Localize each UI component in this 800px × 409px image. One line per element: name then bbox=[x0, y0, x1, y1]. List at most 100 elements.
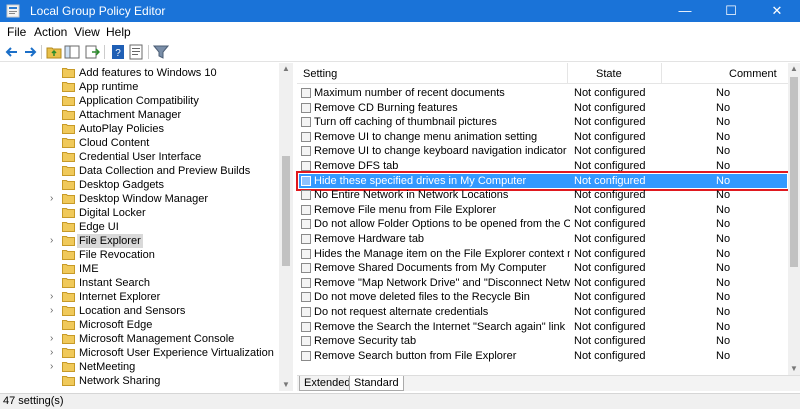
table-row[interactable]: Remove UI to change keyboard navigation … bbox=[299, 144, 787, 158]
expand-chevron-icon[interactable]: › bbox=[50, 304, 53, 318]
state-cell: Not configured bbox=[574, 203, 646, 216]
menu-view[interactable]: View bbox=[74, 25, 100, 39]
column-header-comment[interactable]: Comment bbox=[729, 68, 777, 80]
folder-icon bbox=[62, 292, 75, 302]
table-row[interactable]: Remove DFS tab Not configured No bbox=[299, 159, 787, 173]
expand-chevron-icon[interactable]: › bbox=[50, 192, 53, 206]
comment-cell: No bbox=[716, 306, 731, 318]
table-row[interactable]: Remove Search button from File Explorer N… bbox=[299, 349, 787, 363]
folder-icon bbox=[62, 236, 75, 246]
properties-icon[interactable] bbox=[128, 44, 144, 60]
back-arrow-icon[interactable] bbox=[4, 44, 20, 60]
expand-chevron-icon[interactable]: › bbox=[50, 360, 53, 374]
column-divider[interactable] bbox=[661, 63, 662, 84]
tree-pane[interactable]: Add features to Windows 10 App runtime App… bbox=[0, 63, 293, 391]
tree-item[interactable]: Cloud Content bbox=[0, 136, 278, 150]
minimize-button[interactable]: — bbox=[662, 0, 708, 22]
scroll-up-icon[interactable]: ▲ bbox=[788, 63, 800, 75]
tree-item[interactable]: › Desktop Window Manager bbox=[0, 192, 278, 206]
tree-item[interactable]: File Revocation bbox=[0, 248, 278, 262]
table-row[interactable]: Remove "Map Network Drive" and "Disconne… bbox=[299, 276, 787, 290]
table-row[interactable]: Do not move deleted files to the Recycle… bbox=[299, 290, 787, 304]
folder-icon bbox=[62, 68, 75, 78]
column-divider[interactable] bbox=[567, 63, 568, 84]
tree-item[interactable]: › Microsoft Management Console bbox=[0, 332, 278, 346]
table-row[interactable]: Turn off caching of thumbnail pictures No… bbox=[299, 115, 787, 129]
tree-item[interactable]: App runtime bbox=[0, 80, 278, 94]
tree-item[interactable]: Data Collection and Preview Builds bbox=[0, 164, 278, 178]
settings-list[interactable]: Setting State Comment Maximum number of … bbox=[296, 63, 800, 375]
comment-cell: No bbox=[716, 349, 731, 362]
comment-cell: No bbox=[716, 291, 731, 304]
table-row[interactable]: No Entire Network in Network Locations No… bbox=[299, 188, 787, 202]
close-button[interactable]: ✕ bbox=[754, 0, 800, 22]
menu-action[interactable]: Action bbox=[34, 25, 67, 39]
export-list-icon[interactable] bbox=[84, 44, 100, 60]
expand-chevron-icon[interactable]: › bbox=[50, 290, 53, 304]
tree-item[interactable]: Microsoft Edge bbox=[0, 318, 278, 332]
expand-chevron-icon[interactable]: › bbox=[50, 234, 53, 248]
tree-item[interactable]: Digital Locker bbox=[0, 206, 278, 220]
table-row[interactable]: Remove UI to change menu animation setti… bbox=[299, 130, 787, 144]
table-row[interactable]: Do not request alternate credentials Not … bbox=[299, 305, 787, 319]
tab-extended[interactable]: Extended bbox=[299, 376, 356, 391]
tree-item[interactable]: Network Sharing bbox=[0, 374, 278, 388]
table-row[interactable]: Remove CD Burning features Not configured… bbox=[299, 101, 787, 115]
table-row[interactable]: Remove File menu from File Explorer Not c… bbox=[299, 203, 787, 217]
expand-chevron-icon[interactable]: › bbox=[50, 346, 53, 360]
setting-cell: Hide these specified drives in My Comput… bbox=[314, 174, 527, 187]
tree-item[interactable]: › File Explorer bbox=[0, 234, 278, 248]
state-cell: Not configured bbox=[574, 276, 646, 289]
table-row[interactable]: Do not allow Folder Options to be opened… bbox=[299, 217, 787, 231]
menu-help[interactable]: Help bbox=[106, 25, 131, 39]
column-header-setting[interactable]: Setting bbox=[303, 68, 337, 80]
table-row[interactable]: Remove Security tab Not configured No bbox=[299, 334, 787, 348]
filter-icon[interactable] bbox=[153, 44, 169, 60]
tree-item[interactable]: Edge UI bbox=[0, 220, 278, 234]
folder-icon bbox=[62, 180, 75, 190]
tree-item-label: Internet Explorer bbox=[79, 291, 161, 303]
tree-scrollbar[interactable]: ▲ ▼ bbox=[279, 63, 293, 391]
tree-item[interactable]: Desktop Gadgets bbox=[0, 178, 278, 192]
comment-cell: No bbox=[716, 101, 731, 114]
list-scrollbar[interactable]: ▲ ▼ bbox=[788, 63, 800, 375]
table-row[interactable]: Maximum number of recent documents Not co… bbox=[299, 86, 787, 100]
column-header-state[interactable]: State bbox=[596, 68, 622, 80]
tree-item[interactable]: AutoPlay Policies bbox=[0, 122, 278, 136]
tree-item[interactable]: Instant Search bbox=[0, 276, 278, 290]
scroll-down-icon[interactable]: ▼ bbox=[279, 379, 293, 391]
forward-arrow-icon[interactable] bbox=[22, 44, 38, 60]
folder-icon bbox=[62, 278, 75, 288]
scroll-up-icon[interactable]: ▲ bbox=[279, 63, 293, 75]
folder-icon bbox=[62, 138, 75, 148]
tree-scrollbar-thumb[interactable] bbox=[282, 156, 290, 266]
table-row[interactable]: Remove Shared Documents from My Computer… bbox=[299, 261, 787, 275]
folder-up-icon[interactable] bbox=[46, 44, 62, 60]
tree-item[interactable]: Add features to Windows 10 bbox=[0, 66, 278, 80]
scroll-down-icon[interactable]: ▼ bbox=[788, 363, 800, 375]
table-row[interactable]: Hides the Manage item on the File Explor… bbox=[299, 247, 787, 261]
tree-item[interactable]: › NetMeeting bbox=[0, 360, 278, 374]
tree-item[interactable]: › Internet Explorer bbox=[0, 290, 278, 304]
tree-item[interactable]: › Location and Sensors bbox=[0, 304, 278, 318]
menu-file[interactable]: File bbox=[7, 25, 26, 39]
tree-item[interactable]: Attachment Manager bbox=[0, 108, 278, 122]
title-bar: Local Group Policy Editor — ☐ ✕ bbox=[0, 0, 800, 22]
tree-item[interactable]: Application Compatibility bbox=[0, 94, 278, 108]
tree-item[interactable]: Credential User Interface bbox=[0, 150, 278, 164]
list-scrollbar-thumb[interactable] bbox=[790, 77, 798, 267]
table-row[interactable]: Remove Hardware tab Not configured No bbox=[299, 232, 787, 246]
table-row[interactable]: Remove the Search the Internet "Search a… bbox=[299, 320, 787, 334]
setting-cell: Remove Shared Documents from My Computer bbox=[314, 262, 547, 275]
table-row[interactable]: Hide these specified drives in My Comput… bbox=[296, 170, 790, 191]
folder-icon bbox=[62, 306, 75, 316]
help-icon[interactable]: ? bbox=[110, 44, 126, 60]
setting-cell: Remove Search button from File Explorer bbox=[314, 349, 517, 362]
tab-standard[interactable]: Standard bbox=[349, 376, 404, 391]
expand-chevron-icon[interactable]: › bbox=[50, 332, 53, 346]
maximize-button[interactable]: ☐ bbox=[708, 0, 754, 22]
show-hide-tree-icon[interactable] bbox=[64, 44, 80, 60]
tree-item[interactable]: › Microsoft User Experience Virtualizatio… bbox=[0, 346, 278, 360]
tree-item[interactable]: IME bbox=[0, 262, 278, 276]
setting-cell: Hides the Manage item on the File Explor… bbox=[314, 247, 570, 260]
